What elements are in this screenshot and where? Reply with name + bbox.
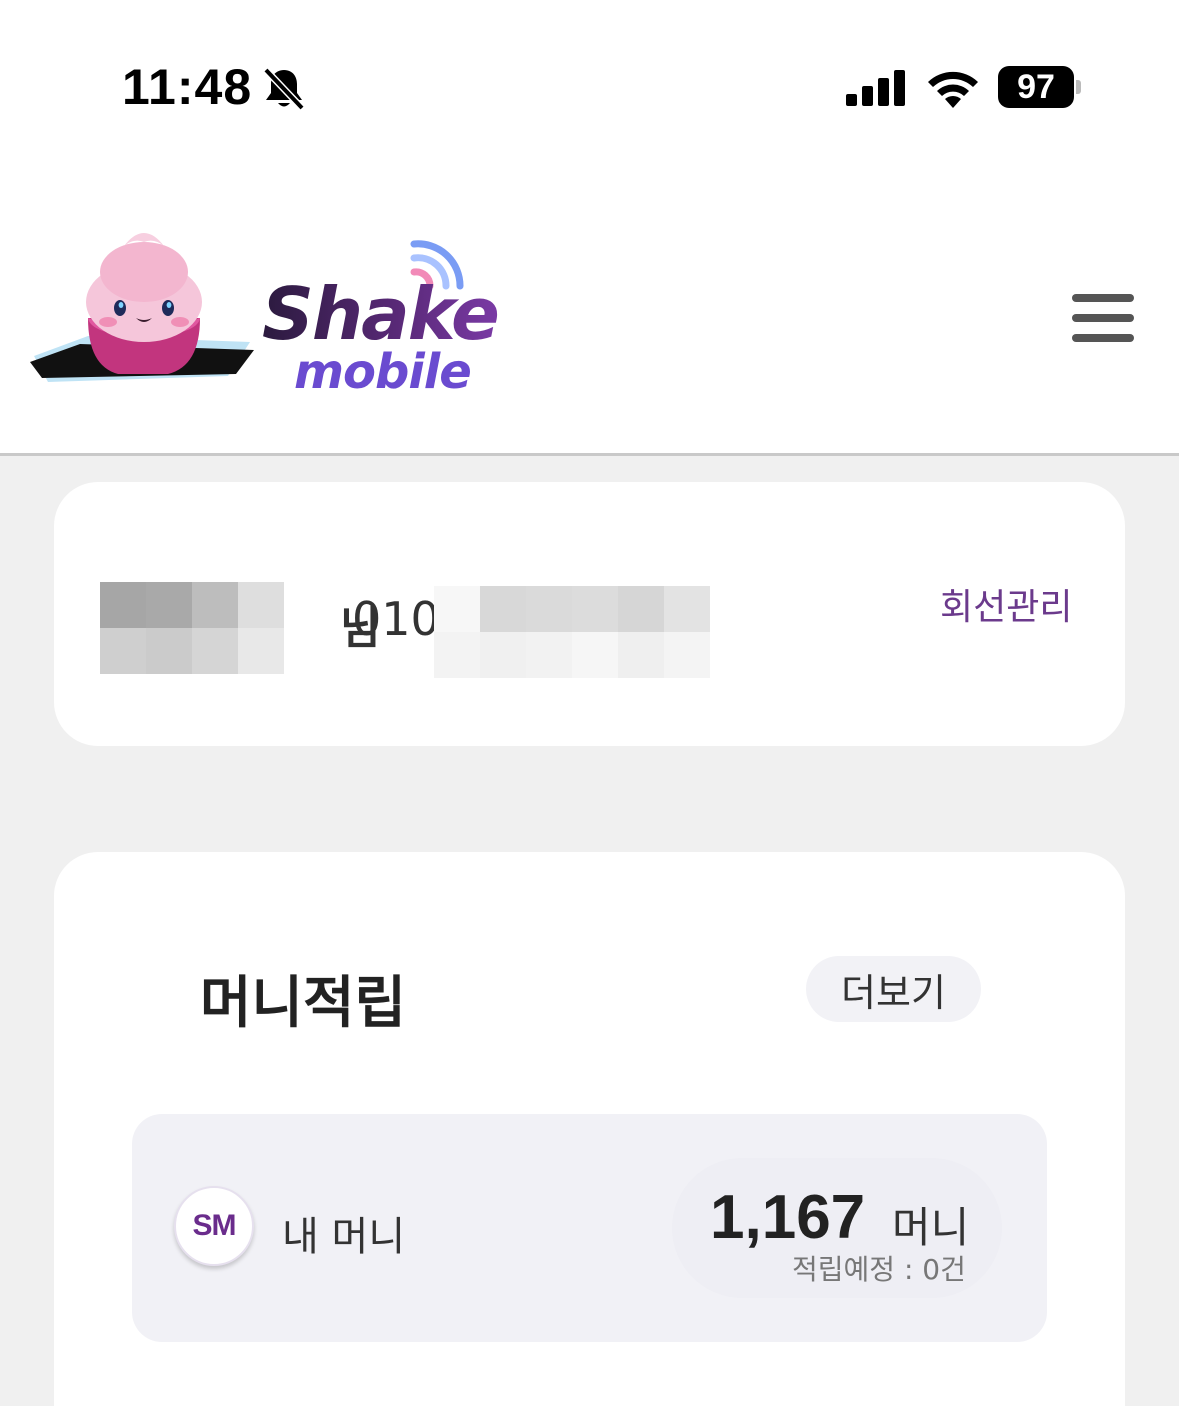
my-money-label: 내 머니 (282, 1214, 406, 1260)
line-manage-link[interactable]: 회선관리 (940, 578, 1072, 630)
logo-text-mobile: mobile (294, 344, 472, 400)
pending-reward-count: 적립예정 : 0건 (792, 1253, 966, 1286)
money-amount: 1,167 (710, 1183, 866, 1252)
money-reward-card: 머니적립 더보기 SM 내 머니 1,167 머니 적립예정 : 0건 (54, 852, 1125, 1406)
mascot-icon (30, 233, 254, 382)
money-unit: 머니 (892, 1203, 970, 1252)
hamburger-menu-icon[interactable] (1072, 294, 1134, 342)
bell-slash-icon (263, 67, 305, 111)
wifi-icon (928, 71, 978, 108)
shake-mobile-logo[interactable]: Shake mobile (28, 226, 500, 406)
sm-avatar-icon: SM (174, 1186, 254, 1266)
status-bar: 11:48 97 (0, 0, 1179, 160)
my-money-summary[interactable]: SM 내 머니 1,167 머니 적립예정 : 0건 (132, 1114, 1047, 1342)
money-section-title: 머니적립 (200, 971, 407, 1036)
app-header: Shake mobile (0, 160, 1179, 456)
phone-prefix: 010 (352, 592, 440, 646)
redacted-phone-number (434, 586, 710, 678)
cellular-signal-icon (846, 70, 905, 106)
user-line-card: 님 010 회선관리 (54, 482, 1125, 746)
redacted-user-name (100, 582, 284, 674)
more-button[interactable]: 더보기 (806, 956, 981, 1022)
battery-icon: 97 (998, 66, 1082, 110)
status-time: 11:48 (122, 59, 253, 115)
battery-level: 97 (1017, 67, 1055, 106)
